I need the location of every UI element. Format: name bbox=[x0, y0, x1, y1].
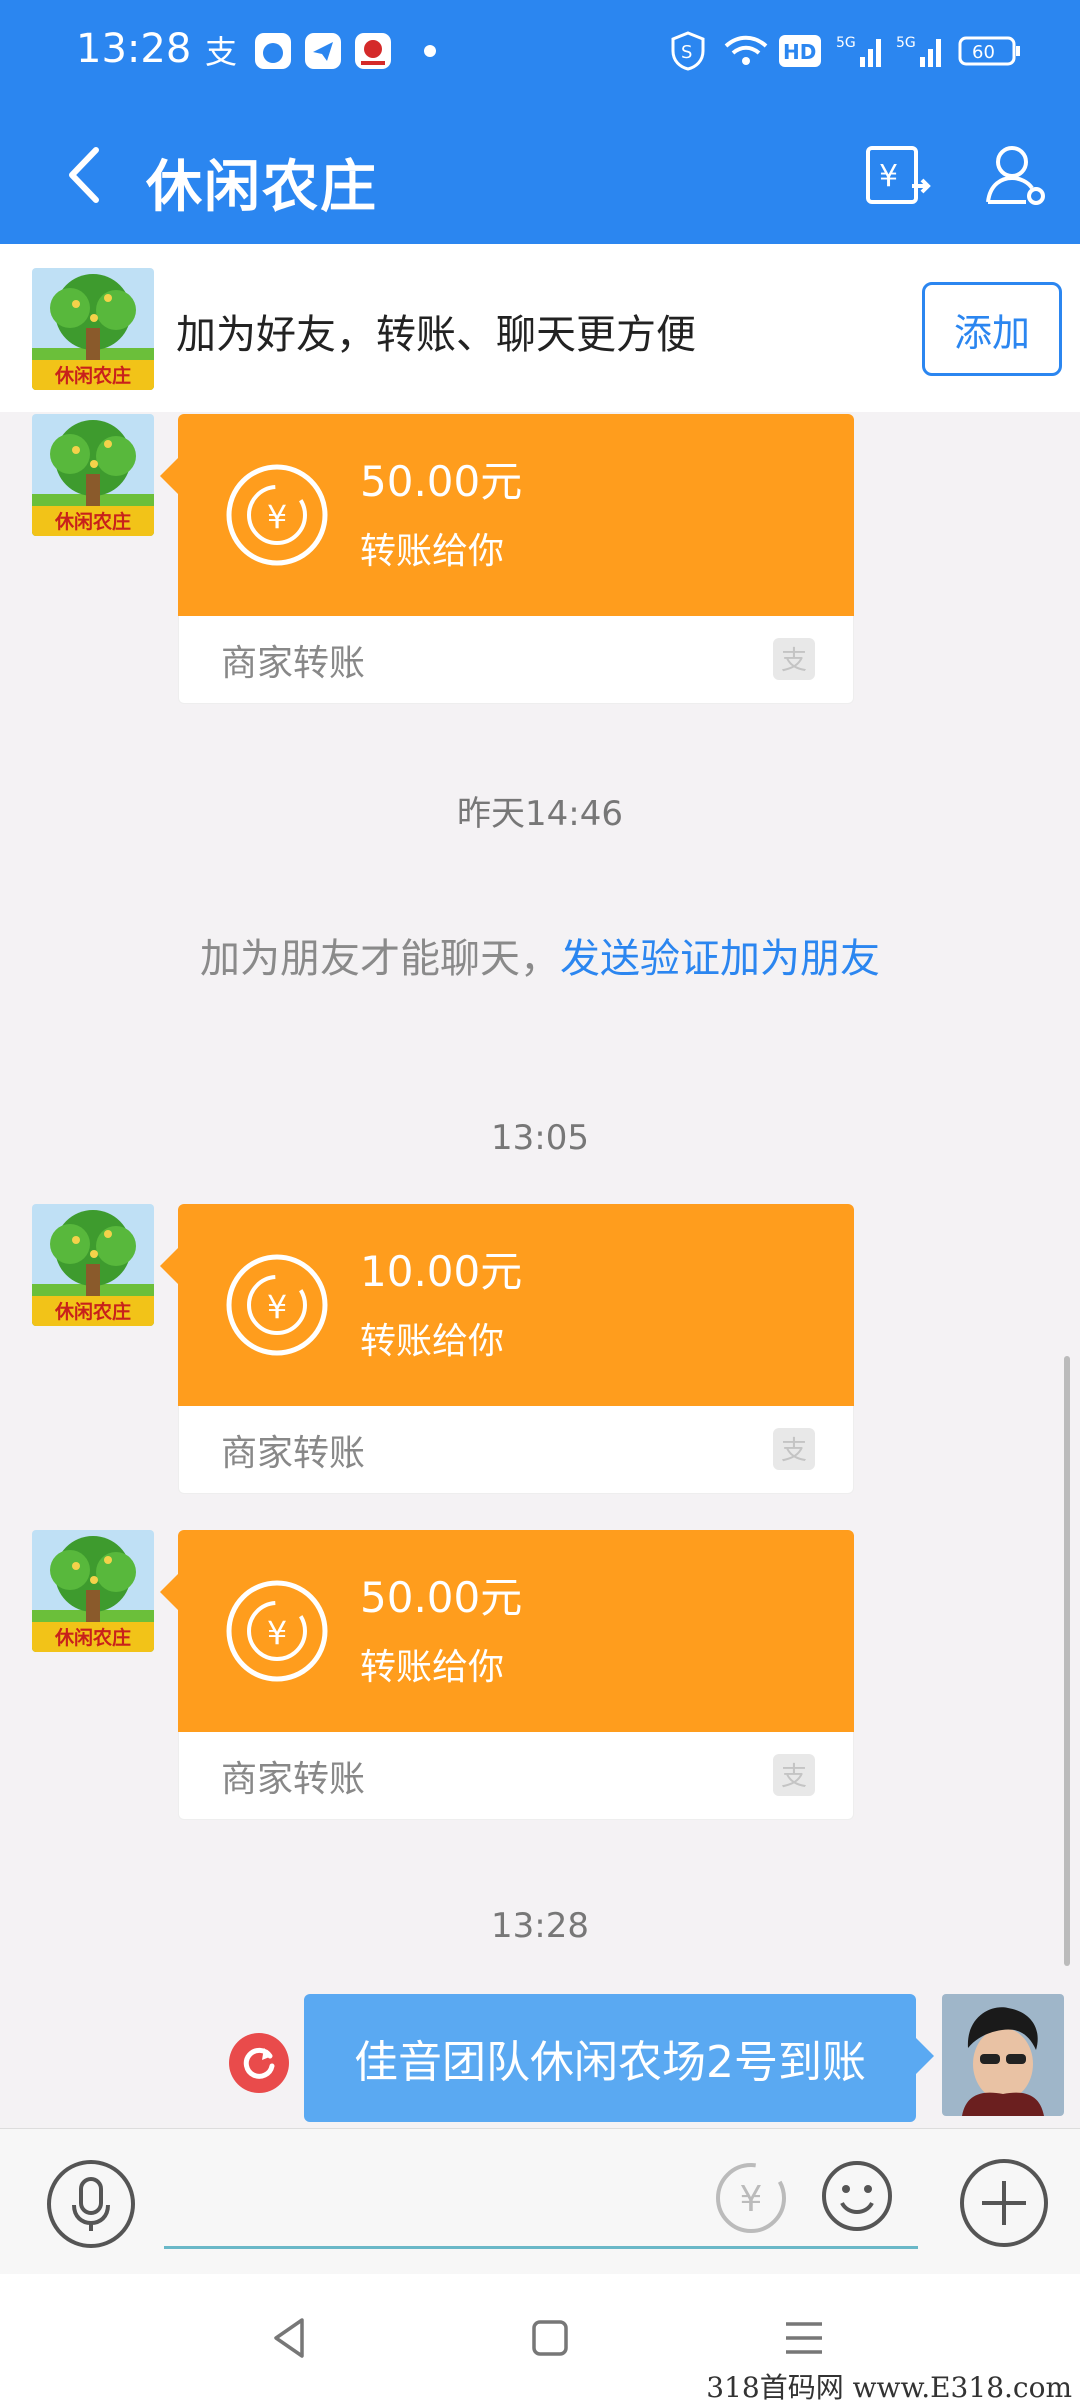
back-arrow-icon[interactable] bbox=[56, 140, 116, 210]
nav-home-icon[interactable] bbox=[522, 2310, 578, 2366]
red-packet-icon[interactable]: ¥ bbox=[712, 2159, 790, 2237]
transfer-amount: 50.00元 bbox=[360, 457, 523, 506]
svg-text:¥: ¥ bbox=[267, 1614, 287, 1652]
user-profile-icon[interactable] bbox=[980, 140, 1050, 210]
transfer-subtitle: 转账给你 bbox=[360, 1647, 505, 1688]
message-input[interactable] bbox=[164, 2163, 918, 2249]
svg-text:休闲农庄: 休闲农庄 bbox=[54, 1626, 131, 1649]
resend-icon[interactable] bbox=[228, 2032, 290, 2094]
battery-icon: 60 bbox=[958, 30, 1022, 72]
merchant-label: 商家转账 bbox=[221, 643, 366, 684]
transfer-card-footer: 商家转账 支 bbox=[178, 616, 854, 704]
nav-back-icon[interactable] bbox=[262, 2310, 318, 2366]
svg-text:60: 60 bbox=[972, 42, 995, 63]
transfer-card-header: ¥ 50.00元 转账给你 bbox=[160, 414, 854, 616]
my-message-bubble[interactable]: 佳音团队休闲农场2号到账 bbox=[304, 1994, 934, 2122]
page-title: 休闲农庄 bbox=[146, 155, 378, 220]
transfer-card-footer: 商家转账 支 bbox=[178, 1732, 854, 1820]
svg-text:支: 支 bbox=[781, 1762, 807, 1792]
transfer-subtitle: 转账给你 bbox=[360, 531, 505, 572]
wifi-icon bbox=[722, 30, 770, 72]
emoji-icon[interactable] bbox=[820, 2159, 894, 2233]
svg-text:休闲农庄: 休闲农庄 bbox=[54, 364, 131, 387]
svg-text:¥: ¥ bbox=[740, 2179, 763, 2220]
input-bar: ¥ bbox=[0, 2128, 1080, 2274]
transfer-coin-icon: ¥ bbox=[224, 1578, 330, 1684]
svg-text:支: 支 bbox=[781, 1436, 807, 1466]
alipay-notification-icon: 支 bbox=[200, 30, 242, 72]
signal-5g-icon: 5G bbox=[836, 30, 886, 72]
timestamp: 昨天14:46 bbox=[457, 794, 623, 834]
svg-text:¥: ¥ bbox=[267, 1288, 287, 1326]
app-notification-icon bbox=[252, 30, 294, 72]
security-icon: S bbox=[668, 30, 708, 72]
svg-text:休闲农庄: 休闲农庄 bbox=[54, 1300, 131, 1323]
top-bar: 13:28 支 S HD 5G 5G 60 休闲农庄 ¥ bbox=[0, 0, 1080, 244]
transfer-card[interactable]: ¥ 50.00元 转账给你 商家转账 支 bbox=[160, 1530, 854, 1820]
farm-avatar[interactable]: 休闲农庄 bbox=[32, 1530, 154, 1652]
send-notification-icon bbox=[302, 30, 344, 72]
notice-text: 加为朋友才能聊天， bbox=[200, 936, 560, 982]
status-bar: 13:28 支 S HD 5G 5G 60 bbox=[0, 0, 1080, 104]
add-friend-banner: 休闲农庄 加为好友，转账、聊天更方便 添加 bbox=[0, 244, 1080, 412]
timestamp: 13:28 bbox=[491, 1906, 589, 1946]
nav-bar: 休闲农庄 ¥ bbox=[0, 104, 1080, 244]
scrollbar[interactable] bbox=[1064, 1356, 1070, 1966]
signal-5g-icon-2: 5G bbox=[896, 30, 946, 72]
bank-notification-icon bbox=[352, 30, 394, 72]
farm-avatar[interactable]: 休闲农庄 bbox=[32, 1204, 154, 1326]
transfer-coin-icon: ¥ bbox=[224, 1252, 330, 1358]
add-friend-text: 加为好友，转账、聊天更方便 bbox=[176, 312, 696, 358]
more-notifications-icon bbox=[420, 30, 440, 72]
transfer-money-icon[interactable]: ¥ bbox=[862, 140, 932, 210]
alipay-icon: 支 bbox=[773, 1428, 815, 1470]
hd-icon: HD bbox=[778, 30, 822, 72]
transfer-card[interactable]: ¥ 10.00元 转账给你 商家转账 支 bbox=[160, 1204, 854, 1494]
timestamp: 13:05 bbox=[491, 1118, 589, 1158]
svg-text:支: 支 bbox=[781, 646, 807, 676]
voice-input-icon[interactable] bbox=[46, 2159, 136, 2249]
plus-icon[interactable] bbox=[958, 2157, 1050, 2249]
svg-text:¥: ¥ bbox=[267, 498, 287, 536]
merchant-label: 商家转账 bbox=[221, 1433, 366, 1474]
transfer-amount: 50.00元 bbox=[360, 1573, 523, 1622]
add-friend-button[interactable]: 添加 bbox=[922, 282, 1062, 376]
transfer-coin-icon: ¥ bbox=[224, 462, 330, 568]
transfer-card[interactable]: ¥ 50.00元 转账给你 商家转账 支 bbox=[160, 414, 854, 704]
send-verification-link[interactable]: 发送验证加为朋友 bbox=[560, 936, 880, 982]
farm-avatar[interactable]: 休闲农庄 bbox=[32, 268, 154, 390]
add-friend-notice: 加为朋友才能聊天，发送验证加为朋友 bbox=[0, 926, 1080, 984]
svg-text:HD: HD bbox=[783, 40, 816, 64]
svg-text:5G: 5G bbox=[896, 35, 916, 51]
svg-text:支: 支 bbox=[205, 33, 237, 71]
watermark: 318首码网 www.E318.com bbox=[706, 2371, 1072, 2404]
transfer-card-footer: 商家转账 支 bbox=[178, 1406, 854, 1494]
alipay-icon: 支 bbox=[773, 1754, 815, 1796]
svg-text:S: S bbox=[681, 42, 692, 63]
alipay-icon: 支 bbox=[773, 638, 815, 680]
transfer-card-header: ¥ 50.00元 转账给你 bbox=[160, 1530, 854, 1732]
svg-text:5G: 5G bbox=[836, 35, 856, 51]
transfer-subtitle: 转账给你 bbox=[360, 1321, 505, 1362]
my-avatar[interactable] bbox=[942, 1994, 1064, 2116]
nav-menu-icon[interactable] bbox=[776, 2310, 832, 2366]
merchant-label: 商家转账 bbox=[221, 1759, 366, 1800]
status-time: 13:28 bbox=[76, 26, 192, 72]
svg-text:¥: ¥ bbox=[879, 159, 898, 194]
svg-text:休闲农庄: 休闲农庄 bbox=[54, 510, 131, 533]
transfer-card-header: ¥ 10.00元 转账给你 bbox=[160, 1204, 854, 1406]
farm-avatar[interactable]: 休闲农庄 bbox=[32, 414, 154, 536]
transfer-amount: 10.00元 bbox=[360, 1247, 523, 1296]
